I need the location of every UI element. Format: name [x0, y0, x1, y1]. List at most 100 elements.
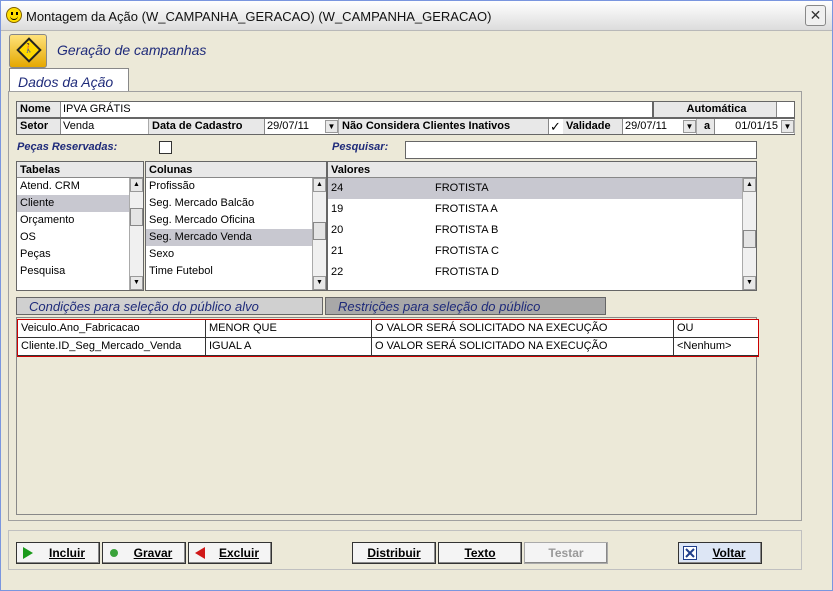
conditions-grid: Veiculo.Ano_Fabricacao MENOR QUE O VALOR…	[17, 319, 759, 357]
pecas-reservadas-checkbox[interactable]	[159, 141, 172, 154]
scroll-thumb[interactable]	[313, 222, 326, 240]
colunas-list[interactable]: Colunas Profissão Seg. Mercado Balcão Se…	[145, 161, 327, 291]
list-item[interactable]: Orçamento	[17, 212, 143, 229]
tabelas-list[interactable]: Tabelas Atend. CRM Cliente Orçamento OS …	[16, 161, 144, 291]
incluir-label: Incluir	[48, 546, 85, 560]
validade-from-dropdown-icon[interactable]: ▼	[683, 120, 696, 133]
texto-button[interactable]: Texto	[438, 542, 522, 564]
valor-code: 22	[331, 266, 344, 278]
scroll-thumb[interactable]	[130, 208, 143, 226]
list-item[interactable]: 20 FROTISTA B	[328, 220, 756, 241]
list-item[interactable]: Atend. CRM	[17, 178, 143, 195]
list-item[interactable]: Profissão	[146, 178, 326, 195]
valores-list[interactable]: Valores 24 FROTISTA 19 FROTISTA A 20 FROTIS…	[327, 161, 757, 291]
colunas-scrollbar[interactable]: ▲ ▼	[312, 178, 326, 290]
list-item[interactable]: Sexo	[146, 246, 326, 263]
tabelas-header: Tabelas	[17, 162, 143, 178]
colunas-header: Colunas	[146, 162, 326, 178]
valor-code: 19	[331, 203, 344, 215]
pedestrian-sign-icon	[9, 34, 47, 68]
header: Geração de campanhas	[5, 33, 828, 68]
form-row-nome: Nome IPVA GRÁTIS Automática	[16, 101, 795, 118]
grid-cell-valor[interactable]: O VALOR SERÁ SOLICITADO NA EXECUÇÃO	[372, 320, 674, 337]
voltar-label: Voltar	[712, 546, 746, 560]
list-item[interactable]: Peças	[17, 246, 143, 263]
scroll-up-icon[interactable]: ▲	[313, 178, 326, 192]
automatica-label: Automática	[653, 102, 777, 117]
nome-field[interactable]: IPVA GRÁTIS	[61, 102, 653, 117]
play-icon	[23, 547, 33, 559]
validade-sep-label: a	[697, 119, 715, 134]
data-cadastro-dropdown-icon[interactable]: ▼	[325, 120, 338, 133]
grid-cell-campo[interactable]: Cliente.ID_Seg_Mercado_Venda	[18, 338, 206, 355]
tab-restricoes[interactable]: Restrições para seleção do público	[325, 297, 606, 315]
validade-to-dropdown-icon[interactable]: ▼	[781, 120, 794, 133]
window-title: Montagem da Ação (W_CAMPANHA_GERACAO) (W…	[26, 9, 492, 24]
scroll-down-icon[interactable]: ▼	[743, 276, 756, 290]
nao-considera-label: Não Considera Clientes Inativos	[339, 119, 549, 134]
grid-cell-conector[interactable]: <Nenhum>	[674, 338, 758, 355]
client-area: Geração de campanhas Dados da Ação Nome …	[5, 33, 828, 587]
list-item[interactable]: 24 FROTISTA	[328, 178, 756, 199]
list-item[interactable]: 19 FROTISTA A	[328, 199, 756, 220]
grid-cell-operador[interactable]: MENOR QUE	[206, 320, 372, 337]
tab-condicoes[interactable]: Condições para seleção do público alvo	[16, 297, 323, 315]
valor-code: 24	[331, 182, 344, 194]
voltar-button[interactable]: Voltar	[678, 542, 762, 564]
title-bar: Montagem da Ação (W_CAMPANHA_GERACAO) (W…	[1, 1, 832, 31]
testar-button[interactable]: Testar	[524, 542, 608, 564]
validade-label: Validade	[563, 119, 623, 134]
table-row[interactable]: Cliente.ID_Seg_Mercado_Venda IGUAL A O V…	[18, 338, 758, 356]
distribuir-button[interactable]: Distribuir	[352, 542, 436, 564]
close-x-icon	[683, 546, 697, 560]
valor-code: 21	[331, 245, 344, 257]
back-arrow-icon	[195, 547, 205, 559]
valores-header: Valores	[328, 162, 756, 178]
smiley-icon	[6, 7, 22, 23]
list-item[interactable]: Seg. Mercado Venda	[146, 229, 326, 246]
list-item[interactable]: OS	[17, 229, 143, 246]
valor-code: 20	[331, 224, 344, 236]
valor-desc: FROTISTA C	[435, 245, 499, 257]
grid-cell-valor[interactable]: O VALOR SERÁ SOLICITADO NA EXECUÇÃO	[372, 338, 674, 355]
list-item[interactable]: 22 FROTISTA D	[328, 262, 756, 283]
page-title: Geração de campanhas	[57, 42, 207, 58]
main-window: Montagem da Ação (W_CAMPANHA_GERACAO) (W…	[0, 0, 833, 591]
gravar-button[interactable]: Gravar	[102, 542, 186, 564]
close-button[interactable]: ✕	[805, 5, 826, 26]
setor-label: Setor	[17, 119, 61, 134]
tab-dados-da-acao[interactable]: Dados da Ação	[9, 68, 129, 92]
valor-desc: FROTISTA	[435, 182, 489, 194]
list-item[interactable]: 21 FROTISTA C	[328, 241, 756, 262]
excluir-label: Excluir	[218, 546, 260, 560]
green-dot-icon	[110, 549, 118, 557]
gravar-label: Gravar	[133, 546, 173, 560]
setor-field[interactable]: Venda	[61, 119, 149, 134]
list-item[interactable]: Pesquisa	[17, 263, 143, 280]
nome-label: Nome	[17, 102, 61, 117]
list-item[interactable]: Seg. Mercado Oficina	[146, 212, 326, 229]
scroll-up-icon[interactable]: ▲	[743, 178, 756, 192]
pesquisar-label: Pesquisar:	[332, 141, 389, 153]
list-item[interactable]: Seg. Mercado Balcão	[146, 195, 326, 212]
list-item[interactable]: Time Futebol	[146, 263, 326, 280]
valores-scrollbar[interactable]: ▲ ▼	[742, 178, 756, 290]
scroll-thumb[interactable]	[743, 230, 756, 248]
table-row[interactable]: Veiculo.Ano_Fabricacao MENOR QUE O VALOR…	[18, 320, 758, 338]
scroll-down-icon[interactable]: ▼	[130, 276, 143, 290]
grid-cell-conector[interactable]: OU	[674, 320, 758, 337]
grid-cell-campo[interactable]: Veiculo.Ano_Fabricacao	[18, 320, 206, 337]
list-item[interactable]: Cliente	[17, 195, 143, 212]
grid-cell-operador[interactable]: IGUAL A	[206, 338, 372, 355]
valor-desc: FROTISTA A	[435, 203, 498, 215]
tabelas-scrollbar[interactable]: ▲ ▼	[129, 178, 143, 290]
valor-desc: FROTISTA D	[435, 266, 499, 278]
pecas-reservadas-label: Peças Reservadas:	[17, 141, 118, 153]
scroll-down-icon[interactable]: ▼	[313, 276, 326, 290]
scroll-up-icon[interactable]: ▲	[130, 178, 143, 192]
nao-considera-checkbox[interactable]: ✓	[550, 119, 561, 134]
excluir-button[interactable]: Excluir	[188, 542, 272, 564]
incluir-button[interactable]: Incluir	[16, 542, 100, 564]
form-row-setor: Setor Venda Data de Cadastro 29/07/11 ▼ …	[16, 118, 795, 135]
search-input[interactable]	[405, 141, 757, 159]
